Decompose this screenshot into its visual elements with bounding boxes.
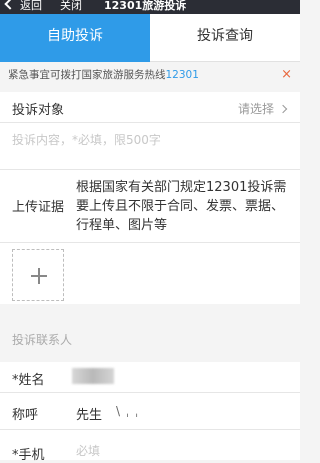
chevron-right-icon [278, 104, 288, 114]
name-row: *姓名 [0, 362, 300, 393]
title-marks: \ ˌ ˌ [116, 404, 140, 418]
title-label: 称呼 [12, 408, 39, 423]
title-row: 称呼 先生 \ ˌ ˌ [0, 393, 300, 430]
notice-close-icon[interactable]: × [281, 62, 292, 88]
tab-bar: 自助投诉 投诉查询 [0, 14, 300, 66]
phone-row: *手机 [0, 430, 300, 463]
tab-complaint-query[interactable]: 投诉查询 [150, 14, 300, 62]
back-label: 返回 [20, 0, 42, 12]
upload-add-row [0, 243, 300, 304]
contact-section-title: 投诉联系人 [12, 333, 73, 347]
plus-icon-vertical [38, 268, 40, 284]
add-attachment-button[interactable] [12, 249, 64, 301]
hotline-number[interactable]: 12301 [166, 69, 199, 81]
page-title: 12301旅游投诉 [104, 0, 187, 12]
upload-evidence-row: 上传证据 根据国家有关部门规定12301投诉需要上传且不限于合同、发票、票据、行… [0, 170, 300, 243]
navbar: 返回 关闭 12301旅游投诉 [0, 0, 300, 14]
complaint-target-row[interactable]: 投诉对象 请选择 [0, 92, 300, 123]
complaint-content-input[interactable] [12, 131, 288, 161]
select-placeholder: 请选择 [237, 102, 274, 116]
upload-evidence-description: 根据国家有关部门规定12301投诉需要上传且不限于合同、发票、票据、行程单、图片… [76, 180, 287, 233]
phone-input[interactable] [76, 444, 276, 458]
name-label: *姓名 [12, 373, 45, 388]
title-option-mr[interactable]: 先生 [76, 404, 102, 423]
name-value-blurred[interactable] [72, 368, 114, 384]
back-button[interactable]: 返回 [4, 0, 42, 12]
phone-label: *手机 [12, 448, 45, 463]
close-button[interactable]: 关闭 [60, 0, 82, 12]
hotline-notice: 紧急事宜可拨打国家旅游服务热线12301 × [0, 62, 300, 88]
upload-evidence-label: 上传证据 [12, 200, 65, 215]
complaint-content-row [0, 123, 300, 170]
complaint-target-label: 投诉对象 [12, 103, 65, 118]
contact-section-header: 投诉联系人 [0, 318, 300, 362]
tab-self-complaint[interactable]: 自助投诉 [0, 14, 150, 66]
complaint-target-select[interactable]: 请选择 [237, 100, 288, 117]
notice-text: 紧急事宜可拨打国家旅游服务热线 [8, 69, 166, 81]
back-chevron-icon [4, 0, 16, 10]
